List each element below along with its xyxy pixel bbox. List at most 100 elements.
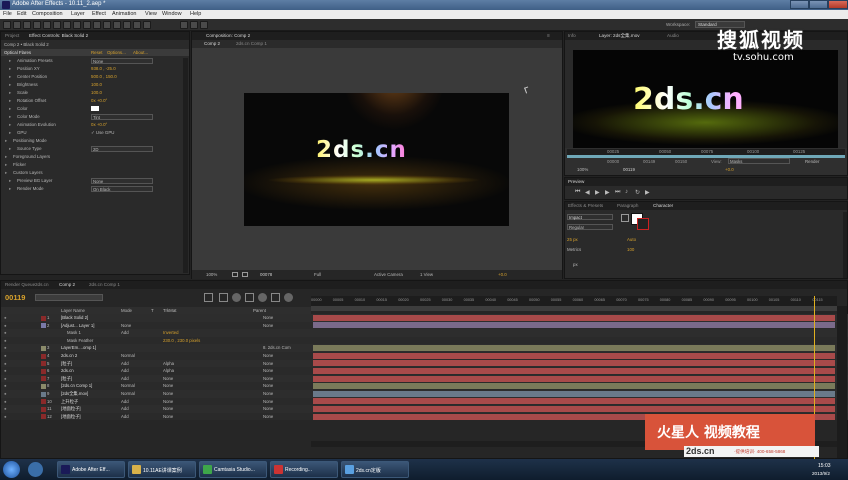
menu-animation[interactable]: Animation [112, 11, 136, 17]
menu-help[interactable]: Help [190, 11, 201, 17]
twirl-arrow-icon[interactable]: ▸ [9, 58, 11, 64]
tab-preview[interactable]: Preview [568, 179, 584, 184]
effect-property-value[interactable]: 938.0 , -25.0 [91, 66, 116, 71]
timeline-scrollbar[interactable] [837, 306, 847, 458]
twirl-arrow-icon[interactable]: ▸ [9, 66, 11, 72]
timeline-current-time[interactable]: 00119 [5, 293, 25, 302]
rectangle-tool-icon[interactable] [73, 21, 81, 29]
visibility-eye-icon[interactable]: ● [4, 399, 7, 404]
effect-property-row[interactable]: ▸ Positioning Mode [1, 137, 183, 145]
layer-name[interactable]: LayerEm....omp 1] [61, 345, 96, 350]
visibility-eye-icon[interactable]: ● [4, 406, 7, 411]
reset-link[interactable]: Reset [91, 50, 102, 55]
rotate-tool-icon[interactable] [43, 21, 51, 29]
taskbar-folder[interactable]: 10.11AE讲课案例 [128, 461, 196, 478]
hand-tool-icon[interactable] [23, 21, 31, 29]
layer-name[interactable]: [地面粒子] [61, 406, 81, 412]
type-tool-icon[interactable] [93, 21, 101, 29]
effect-property-dropdown[interactable]: None [91, 178, 153, 184]
effect-property-row[interactable]: ▸ Color [1, 105, 183, 113]
world-axis-icon[interactable] [190, 21, 198, 29]
tab-timeline-comp2[interactable]: Comp 2 [59, 282, 75, 287]
layer-trkmat[interactable]: Alpha [163, 368, 174, 373]
layer-parent[interactable]: None [263, 406, 273, 411]
view-axis-icon[interactable] [200, 21, 208, 29]
taskbar-after-effects[interactable]: Adobe After Eff... [57, 461, 125, 478]
layer-duration-bar[interactable] [313, 406, 835, 412]
visibility-eye-icon[interactable]: ● [4, 315, 7, 320]
effect-property-row[interactable]: ▸ Color Mode Tint [1, 113, 183, 121]
frame-blending-icon[interactable] [245, 293, 254, 302]
menu-effect[interactable]: Effect [92, 11, 106, 17]
kerning-dropdown[interactable]: Metrics [567, 247, 581, 252]
layer-label-color[interactable] [41, 376, 46, 382]
layer-label-color[interactable] [41, 323, 46, 329]
menu-view[interactable]: View [145, 11, 157, 17]
font-style-dropdown[interactable]: Regular [567, 224, 613, 230]
layer-mode[interactable]: Add [121, 399, 129, 404]
camera-tool-icon[interactable] [53, 21, 61, 29]
puppet-tool-icon[interactable] [143, 21, 151, 29]
clone-stamp-tool-icon[interactable] [113, 21, 121, 29]
previous-frame-icon[interactable]: ◀ [585, 189, 590, 196]
tracking-value[interactable]: 100 [627, 247, 634, 252]
visibility-eye-icon[interactable]: ● [4, 383, 7, 388]
layer-exposure[interactable]: +0.0 [725, 167, 734, 172]
menu-window[interactable]: Window [162, 11, 182, 17]
twirl-arrow-icon[interactable]: ▸ [9, 178, 11, 184]
layer-mode[interactable]: Normal [121, 353, 135, 358]
safe-margins-icon[interactable] [232, 272, 238, 277]
layer-duration-bar[interactable] [313, 314, 835, 321]
layer-trkmat[interactable]: None [163, 406, 173, 411]
layer-label-color[interactable] [41, 315, 46, 321]
start-button-icon[interactable] [3, 461, 20, 478]
comp-mini-flowchart-icon[interactable] [204, 293, 213, 302]
layer-duration-bar[interactable] [567, 155, 845, 158]
layer-current-time[interactable]: 00119 [623, 167, 635, 172]
layer-label-color[interactable] [41, 353, 46, 359]
layer-parent[interactable]: None [263, 376, 273, 381]
layer-label-color[interactable] [41, 399, 46, 405]
axis-mode-icon[interactable] [180, 21, 188, 29]
twirl-arrow-icon[interactable]: ▸ [9, 98, 11, 104]
effect-property-row[interactable]: ▸ Animation Presets None [1, 57, 183, 65]
twirl-arrow-icon[interactable]: ▸ [5, 162, 7, 168]
layer-row[interactable]: ● Mask Feather 230.0 , 230.0 pixels [1, 336, 848, 345]
layer-label-color[interactable] [41, 414, 46, 420]
maximize-button[interactable] [809, 0, 828, 9]
layer-mode[interactable]: Add [121, 361, 129, 366]
layer-name[interactable]: [2ds.cn Comp 1] [61, 383, 92, 388]
effect-property-row[interactable]: ▸ Animation Evolution 0x +0.0° [1, 121, 183, 129]
clock-date[interactable]: 2013/9/2 [812, 471, 830, 476]
timeline-search-input[interactable] [35, 294, 103, 301]
layer-viewer[interactable]: 2ds.cn [573, 50, 838, 155]
effect-property-value[interactable]: 100.0 [91, 82, 102, 87]
gpu-checkbox[interactable]: ✓ Use GPU [91, 130, 114, 136]
twirl-arrow-icon[interactable]: ▸ [5, 154, 7, 160]
play-icon[interactable]: ▶ [595, 189, 600, 196]
draft-3d-icon[interactable] [219, 293, 228, 302]
effect-property-value[interactable]: 500.0 , 150.0 [91, 74, 117, 79]
layer-name[interactable]: 2ds.cn 2 [61, 353, 77, 358]
menu-composition[interactable]: Composition [32, 11, 63, 17]
layer-trkmat[interactable]: Alpha [163, 361, 174, 366]
twirl-arrow-icon[interactable]: ▸ [9, 90, 11, 96]
layer-parent[interactable]: None [263, 399, 273, 404]
work-area-bar[interactable] [311, 306, 837, 311]
layer-trkmat[interactable]: None [163, 376, 173, 381]
layer-parent[interactable]: 8. 2ds.cn Com [263, 345, 291, 350]
subtab-2ds-comp1[interactable]: 2ds.cn Comp 1 [236, 41, 267, 46]
layer-mode[interactable]: Add [121, 376, 129, 381]
layer-mode[interactable]: None [121, 323, 131, 328]
snapshot-icon[interactable] [242, 272, 248, 277]
brush-tool-icon[interactable] [103, 21, 111, 29]
roto-brush-tool-icon[interactable] [133, 21, 141, 29]
effect-property-row[interactable]: ▸ Rotation Offset 0x +0.0° [1, 97, 183, 105]
zoom-tool-icon[interactable] [33, 21, 41, 29]
layer-duration-bar[interactable] [313, 383, 835, 390]
brainstorm-icon[interactable] [284, 293, 293, 302]
layer-trkmat[interactable]: 230.0 , 230.0 pixels [163, 338, 200, 343]
layer-parent[interactable]: None [263, 323, 273, 328]
composition-viewer[interactable]: 2ds.cn [244, 93, 509, 226]
visibility-eye-icon[interactable]: ● [4, 361, 7, 366]
